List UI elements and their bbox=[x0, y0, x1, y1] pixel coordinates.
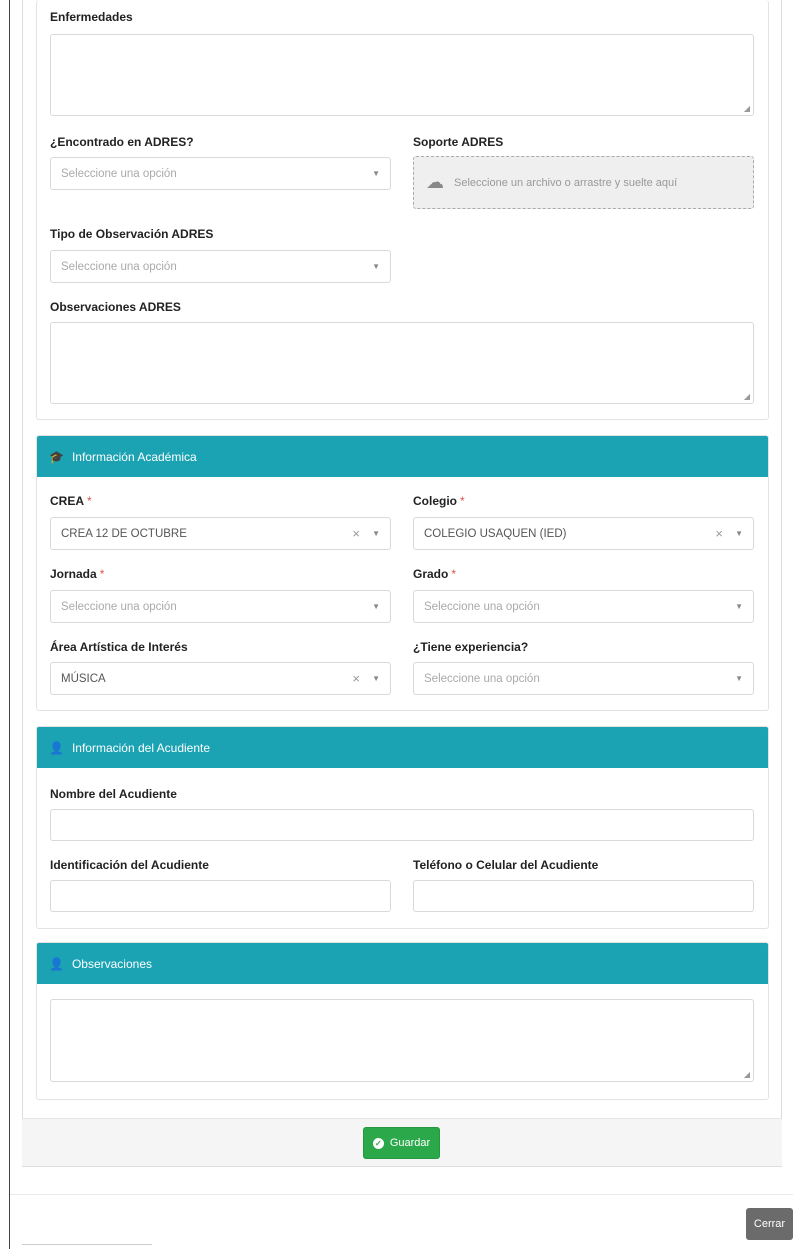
cloud-upload-icon: ☁ bbox=[426, 172, 444, 192]
crea-select[interactable]: CREA 12 DE OCTUBRE × ▼ bbox=[50, 517, 391, 550]
bottom-divider bbox=[22, 1244, 152, 1245]
guardian-panel-title: Información del Acudiente bbox=[71, 740, 211, 755]
jornada-label: Jornada * bbox=[50, 567, 104, 581]
adres-obs-textarea[interactable]: ◢ bbox=[50, 322, 754, 404]
enfermedades-textarea[interactable]: ◢ bbox=[50, 34, 754, 116]
user-icon: 👤 bbox=[49, 740, 64, 755]
colegio-value: COLEGIO USAQUEN (IED) bbox=[424, 527, 567, 540]
colegio-label-text: Colegio bbox=[413, 494, 457, 508]
page-left-border bbox=[9, 0, 10, 1249]
close-button[interactable]: Cerrar bbox=[746, 1208, 793, 1240]
jornada-select[interactable]: Seleccione una opción ▼ bbox=[50, 590, 391, 623]
grado-select[interactable]: Seleccione una opción ▼ bbox=[413, 590, 754, 623]
chevron-down-icon: ▼ bbox=[735, 529, 743, 538]
adres-obs-type-label: Tipo de Observación ADRES bbox=[50, 227, 214, 241]
grado-value: Seleccione una opción bbox=[424, 600, 540, 613]
adres-obs-type-select[interactable]: Seleccione una opción ▼ bbox=[50, 250, 391, 283]
colegio-label: Colegio * bbox=[413, 494, 465, 508]
adres-support-dropzone[interactable]: ☁ Seleccione un archivo o arrastre y sue… bbox=[413, 156, 754, 209]
observations-panel-title: Observaciones bbox=[71, 956, 152, 971]
resize-grip-icon[interactable]: ◢ bbox=[744, 1070, 750, 1079]
check-circle-icon: ✓ bbox=[372, 1137, 384, 1149]
colegio-select[interactable]: COLEGIO USAQUEN (IED) × ▼ bbox=[413, 517, 754, 550]
clear-icon[interactable]: × bbox=[352, 526, 360, 541]
crea-value: CREA 12 DE OCTUBRE bbox=[61, 527, 187, 540]
user-icon: 👤 bbox=[49, 956, 64, 971]
chevron-down-icon: ▼ bbox=[735, 602, 743, 611]
observations-textarea[interactable]: ◢ bbox=[50, 999, 754, 1082]
chevron-down-icon: ▼ bbox=[372, 529, 380, 538]
divider bbox=[10, 1194, 793, 1195]
adres-found-select[interactable]: Seleccione una opción ▼ bbox=[50, 157, 391, 190]
required-mark: * bbox=[99, 567, 105, 581]
grado-label: Grado * bbox=[413, 567, 456, 581]
chevron-down-icon: ▼ bbox=[372, 674, 380, 683]
required-mark: * bbox=[451, 567, 457, 581]
enfermedades-label: Enfermedades bbox=[50, 10, 133, 24]
close-button-label: Cerrar bbox=[753, 1218, 786, 1230]
graduation-cap-icon: 🎓 bbox=[49, 449, 64, 464]
guardian-panel-header: 👤 Información del Acudiente bbox=[37, 727, 768, 768]
guardian-id-input[interactable] bbox=[50, 880, 391, 912]
chevron-down-icon: ▼ bbox=[735, 674, 743, 683]
experiencia-value: Seleccione una opción bbox=[424, 672, 540, 685]
grado-label-text: Grado bbox=[413, 567, 449, 581]
save-button[interactable]: ✓ Guardar bbox=[363, 1127, 440, 1159]
area-select[interactable]: MÚSICA × ▼ bbox=[50, 662, 391, 695]
guardian-phone-input[interactable] bbox=[413, 880, 754, 912]
adres-obs-label: Observaciones ADRES bbox=[50, 300, 181, 314]
adres-obs-type-value: Seleccione una opción bbox=[61, 260, 177, 273]
required-mark: * bbox=[460, 494, 465, 508]
observations-panel-header: 👤 Observaciones bbox=[37, 943, 768, 984]
jornada-label-text: Jornada bbox=[50, 567, 97, 581]
crea-label: CREA * bbox=[50, 494, 92, 508]
experiencia-label: ¿Tiene experiencia? bbox=[413, 640, 529, 654]
academic-panel-header: 🎓 Información Académica bbox=[37, 436, 768, 477]
area-value: MÚSICA bbox=[61, 672, 106, 685]
save-button-label: Guardar bbox=[389, 1137, 431, 1149]
chevron-down-icon: ▼ bbox=[372, 262, 380, 271]
guardian-id-label: Identificación del Acudiente bbox=[50, 858, 209, 872]
jornada-value: Seleccione una opción bbox=[61, 600, 177, 613]
chevron-down-icon: ▼ bbox=[372, 169, 380, 178]
clear-icon[interactable]: × bbox=[715, 526, 723, 541]
resize-grip-icon[interactable]: ◢ bbox=[744, 104, 750, 113]
academic-panel-title: Información Académica bbox=[71, 449, 197, 464]
adres-found-value: Seleccione una opción bbox=[61, 167, 177, 180]
chevron-down-icon: ▼ bbox=[372, 602, 380, 611]
guardian-name-label: Nombre del Acudiente bbox=[50, 787, 177, 801]
resize-grip-icon[interactable]: ◢ bbox=[744, 392, 750, 401]
experiencia-select[interactable]: Seleccione una opción ▼ bbox=[413, 662, 754, 695]
adres-found-label: ¿Encontrado en ADRES? bbox=[50, 135, 194, 149]
required-mark: * bbox=[87, 494, 92, 508]
guardian-phone-label: Teléfono o Celular del Acudiente bbox=[413, 858, 599, 872]
dropzone-text: Seleccione un archivo o arrastre y suelt… bbox=[454, 176, 678, 189]
clear-icon[interactable]: × bbox=[352, 671, 360, 686]
area-label: Área Artística de Interés bbox=[50, 640, 188, 654]
guardian-name-input[interactable] bbox=[50, 809, 754, 841]
crea-label-text: CREA bbox=[50, 494, 85, 508]
adres-support-label: Soporte ADRES bbox=[413, 135, 504, 149]
